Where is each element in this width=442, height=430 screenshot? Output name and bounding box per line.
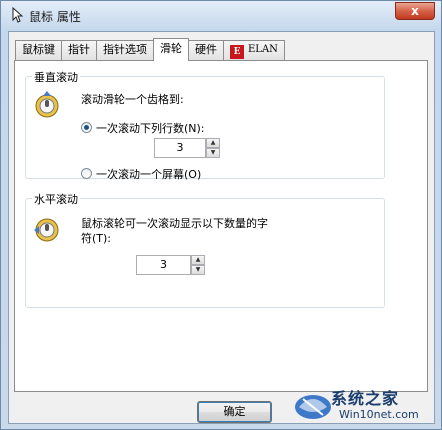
vertical-description: 滚动滑轮一个齿格到: (81, 93, 184, 106)
horizontal-scrolling-group: 水平滚动 鼠标滚轮可一次滚动显示以下数量的字 符(T): 3 ▲ ▼ (25, 191, 385, 308)
lines-stepper[interactable]: 3 ▲ ▼ (154, 138, 220, 158)
horizontal-description-line1: 鼠标滚轮可一次滚动显示以下数量的字 (81, 217, 268, 230)
lines-spin-buttons: ▲ ▼ (206, 138, 220, 158)
lines-input[interactable]: 3 (154, 138, 206, 158)
mouse-properties-window: 鼠标 属性 x 鼠标键 指针 指针选项 滑轮 硬件 E ELAN 垂直滚动 滚动… (0, 0, 442, 430)
tab-pointers[interactable]: 指针 (61, 40, 97, 60)
tab-wheel[interactable]: 滑轮 (153, 38, 189, 61)
tab-strip: 鼠标键 指针 指针选项 滑轮 硬件 E ELAN (15, 38, 285, 61)
tab-hardware[interactable]: 硬件 (188, 40, 224, 60)
watermark-text: 系统之家 (331, 389, 400, 408)
horizontal-description-line2: 符(T): (81, 232, 112, 245)
tab-elan[interactable]: E ELAN (223, 40, 285, 60)
tab-label: 指针 (68, 43, 90, 56)
tab-label: ELAN (248, 44, 278, 55)
chars-spin-buttons: ▲ ▼ (191, 255, 205, 275)
spin-up-icon[interactable]: ▲ (206, 138, 220, 148)
group-label: 垂直滚动 (32, 69, 80, 85)
ok-button[interactable]: 确定 (197, 401, 272, 423)
scroll-wheel-icon (35, 91, 59, 118)
watermark-url: Win10net.com (339, 408, 419, 421)
close-icon: x (411, 4, 419, 18)
spin-up-icon[interactable]: ▲ (191, 255, 205, 265)
close-button[interactable]: x (395, 2, 435, 20)
scroll-screen-radio[interactable] (81, 168, 92, 179)
scroll-lines-radio[interactable] (81, 122, 92, 133)
tab-label: 硬件 (195, 43, 217, 56)
elan-logo-icon: E (230, 45, 244, 59)
tab-label: 指针选项 (103, 43, 147, 56)
chars-input[interactable]: 3 (136, 255, 191, 275)
window-title: 鼠标 属性 (29, 10, 81, 24)
dialog-client-area: 鼠标键 指针 指针选项 滑轮 硬件 E ELAN 垂直滚动 滚动滑轮一个齿格到: (8, 31, 435, 424)
tab-label: 滑轮 (160, 42, 182, 55)
vertical-scrolling-group: 垂直滚动 滚动滑轮一个齿格到: 一次滚动下列行数(N): 3 ▲ ▼ 一次滚动一… (25, 69, 385, 182)
wheel-tab-panel: 垂直滚动 滚动滑轮一个齿格到: 一次滚动下列行数(N): 3 ▲ ▼ 一次滚动一… (14, 60, 428, 392)
tab-label: 鼠标键 (22, 43, 55, 56)
scroll-lines-label[interactable]: 一次滚动下列行数(N): (96, 120, 205, 136)
mouse-pointer-icon (12, 7, 24, 23)
group-label: 水平滚动 (32, 191, 80, 207)
scroll-wheel-icon (34, 218, 59, 242)
scroll-screen-label[interactable]: 一次滚动一个屏幕(O) (96, 166, 201, 182)
chars-stepper[interactable]: 3 ▲ ▼ (136, 255, 205, 275)
spin-down-icon[interactable]: ▼ (191, 265, 205, 275)
tab-buttons[interactable]: 鼠标键 (15, 40, 62, 60)
title-bar[interactable]: 鼠标 属性 x (1, 1, 441, 29)
spin-down-icon[interactable]: ▼ (206, 148, 220, 158)
tab-pointer-options[interactable]: 指针选项 (96, 40, 154, 60)
